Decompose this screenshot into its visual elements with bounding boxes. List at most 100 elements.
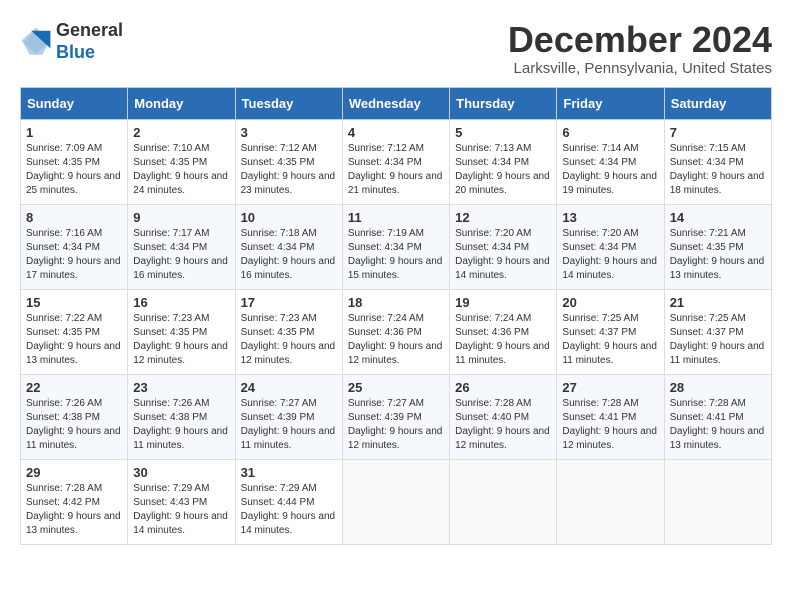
day-info: Sunrise: 7:10 AMSunset: 4:35 PMDaylight:… <box>133 142 229 198</box>
calendar-cell: 1 Sunrise: 7:09 AMSunset: 4:35 PMDaylight… <box>21 119 128 204</box>
calendar-cell: 13Sunrise: 7:20 AMSunset: 4:34 PMDayligh… <box>557 204 664 289</box>
day-info: Sunrise: 7:12 AMSunset: 4:35 PMDaylight:… <box>241 142 337 198</box>
day-number: 20 <box>562 295 658 310</box>
day-number: 24 <box>241 380 337 395</box>
header: General Blue December 2024 Larksville, P… <box>20 20 772 77</box>
calendar-cell: 5Sunrise: 7:13 AMSunset: 4:34 PMDaylight… <box>450 119 557 204</box>
calendar-cell: 30 Sunrise: 7:29 AMSunset: 4:43 PMDayligh… <box>128 459 235 544</box>
day-number: 25 <box>348 380 444 395</box>
day-number: 6 <box>562 125 658 140</box>
day-number: 23 <box>133 380 229 395</box>
day-info: Sunrise: 7:25 AMSunset: 4:37 PMDaylight:… <box>562 312 658 368</box>
header-day-tuesday: Tuesday <box>235 87 342 119</box>
day-info: Sunrise: 7:23 AMSunset: 4:35 PMDaylight:… <box>133 312 229 368</box>
calendar-cell <box>342 459 449 544</box>
day-number: 18 <box>348 295 444 310</box>
location: Larksville, Pennsylvania, United States <box>508 60 772 77</box>
logo-icon <box>20 26 52 58</box>
calendar-cell: 20 Sunrise: 7:25 AMSunset: 4:37 PMDayligh… <box>557 289 664 374</box>
calendar-cell: 3 Sunrise: 7:12 AMSunset: 4:35 PMDaylight… <box>235 119 342 204</box>
day-info: Sunrise: 7:20 AMSunset: 4:34 PMDaylight:… <box>455 227 551 283</box>
day-info: Sunrise: 7:28 AMSunset: 4:42 PMDaylight:… <box>26 482 122 538</box>
day-info: Sunrise: 7:24 AMSunset: 4:36 PMDaylight:… <box>455 312 551 368</box>
calendar-week-row: 22 Sunrise: 7:26 AMSunset: 4:38 PMDayligh… <box>21 374 772 459</box>
header-day-sunday: Sunday <box>21 87 128 119</box>
day-number: 2 <box>133 125 229 140</box>
day-info: Sunrise: 7:23 AMSunset: 4:35 PMDaylight:… <box>241 312 337 368</box>
calendar-cell: 27 Sunrise: 7:28 AMSunset: 4:41 PMDayligh… <box>557 374 664 459</box>
day-number: 14 <box>670 210 766 225</box>
day-number: 9 <box>133 210 229 225</box>
day-info: Sunrise: 7:28 AMSunset: 4:40 PMDaylight:… <box>455 397 551 453</box>
header-day-monday: Monday <box>128 87 235 119</box>
day-number: 31 <box>241 465 337 480</box>
calendar-cell: 21Sunrise: 7:25 AMSunset: 4:37 PMDayligh… <box>664 289 771 374</box>
day-info: Sunrise: 7:21 AMSunset: 4:35 PMDaylight:… <box>670 227 766 283</box>
header-day-saturday: Saturday <box>664 87 771 119</box>
month-title: December 2024 <box>508 20 772 60</box>
header-day-thursday: Thursday <box>450 87 557 119</box>
calendar-cell: 26 Sunrise: 7:28 AMSunset: 4:40 PMDayligh… <box>450 374 557 459</box>
logo: General Blue <box>20 20 123 63</box>
day-number: 4 <box>348 125 444 140</box>
day-number: 30 <box>133 465 229 480</box>
header-day-wednesday: Wednesday <box>342 87 449 119</box>
day-number: 3 <box>241 125 337 140</box>
calendar-cell <box>450 459 557 544</box>
day-info: Sunrise: 7:24 AMSunset: 4:36 PMDaylight:… <box>348 312 444 368</box>
day-number: 26 <box>455 380 551 395</box>
day-info: Sunrise: 7:09 AMSunset: 4:35 PMDaylight:… <box>26 142 122 198</box>
logo-text: General Blue <box>56 20 123 63</box>
day-info: Sunrise: 7:26 AMSunset: 4:38 PMDaylight:… <box>26 397 122 453</box>
calendar-cell: 4Sunrise: 7:12 AMSunset: 4:34 PMDaylight… <box>342 119 449 204</box>
day-number: 28 <box>670 380 766 395</box>
calendar-cell: 6 Sunrise: 7:14 AMSunset: 4:34 PMDaylight… <box>557 119 664 204</box>
calendar-cell: 17Sunrise: 7:23 AMSunset: 4:35 PMDayligh… <box>235 289 342 374</box>
calendar-cell: 18 Sunrise: 7:24 AMSunset: 4:36 PMDayligh… <box>342 289 449 374</box>
day-number: 13 <box>562 210 658 225</box>
day-number: 19 <box>455 295 551 310</box>
calendar-cell: 31Sunrise: 7:29 AMSunset: 4:44 PMDayligh… <box>235 459 342 544</box>
calendar-cell: 10 Sunrise: 7:18 AMSunset: 4:34 PMDayligh… <box>235 204 342 289</box>
day-number: 29 <box>26 465 122 480</box>
calendar-table: SundayMondayTuesdayWednesdayThursdayFrid… <box>20 87 772 545</box>
day-info: Sunrise: 7:28 AMSunset: 4:41 PMDaylight:… <box>562 397 658 453</box>
calendar-week-row: 8Sunrise: 7:16 AMSunset: 4:34 PMDaylight… <box>21 204 772 289</box>
day-info: Sunrise: 7:14 AMSunset: 4:34 PMDaylight:… <box>562 142 658 198</box>
calendar-cell: 12 Sunrise: 7:20 AMSunset: 4:34 PMDayligh… <box>450 204 557 289</box>
day-number: 11 <box>348 210 444 225</box>
calendar-cell: 8Sunrise: 7:16 AMSunset: 4:34 PMDaylight… <box>21 204 128 289</box>
calendar-week-row: 1 Sunrise: 7:09 AMSunset: 4:35 PMDaylight… <box>21 119 772 204</box>
calendar-cell: 22 Sunrise: 7:26 AMSunset: 4:38 PMDayligh… <box>21 374 128 459</box>
calendar-cell: 7 Sunrise: 7:15 AMSunset: 4:34 PMDaylight… <box>664 119 771 204</box>
day-number: 10 <box>241 210 337 225</box>
calendar-cell: 29 Sunrise: 7:28 AMSunset: 4:42 PMDayligh… <box>21 459 128 544</box>
day-info: Sunrise: 7:18 AMSunset: 4:34 PMDaylight:… <box>241 227 337 283</box>
day-info: Sunrise: 7:27 AMSunset: 4:39 PMDaylight:… <box>348 397 444 453</box>
header-day-friday: Friday <box>557 87 664 119</box>
calendar-week-row: 15Sunrise: 7:22 AMSunset: 4:35 PMDayligh… <box>21 289 772 374</box>
day-info: Sunrise: 7:17 AMSunset: 4:34 PMDaylight:… <box>133 227 229 283</box>
calendar-cell: 2 Sunrise: 7:10 AMSunset: 4:35 PMDaylight… <box>128 119 235 204</box>
calendar-cell: 25 Sunrise: 7:27 AMSunset: 4:39 PMDayligh… <box>342 374 449 459</box>
day-info: Sunrise: 7:29 AMSunset: 4:43 PMDaylight:… <box>133 482 229 538</box>
day-number: 27 <box>562 380 658 395</box>
calendar-cell: 15Sunrise: 7:22 AMSunset: 4:35 PMDayligh… <box>21 289 128 374</box>
calendar-cell <box>557 459 664 544</box>
day-info: Sunrise: 7:15 AMSunset: 4:34 PMDaylight:… <box>670 142 766 198</box>
title-area: December 2024 Larksville, Pennsylvania, … <box>508 20 772 77</box>
day-number: 12 <box>455 210 551 225</box>
calendar-cell: 14 Sunrise: 7:21 AMSunset: 4:35 PMDayligh… <box>664 204 771 289</box>
day-info: Sunrise: 7:28 AMSunset: 4:41 PMDaylight:… <box>670 397 766 453</box>
calendar-cell: 16Sunrise: 7:23 AMSunset: 4:35 PMDayligh… <box>128 289 235 374</box>
day-number: 7 <box>670 125 766 140</box>
day-info: Sunrise: 7:19 AMSunset: 4:34 PMDaylight:… <box>348 227 444 283</box>
day-info: Sunrise: 7:13 AMSunset: 4:34 PMDaylight:… <box>455 142 551 198</box>
day-number: 1 <box>26 125 122 140</box>
day-info: Sunrise: 7:26 AMSunset: 4:38 PMDaylight:… <box>133 397 229 453</box>
day-number: 22 <box>26 380 122 395</box>
calendar-cell: 9 Sunrise: 7:17 AMSunset: 4:34 PMDaylight… <box>128 204 235 289</box>
calendar-cell: 23 Sunrise: 7:26 AMSunset: 4:38 PMDayligh… <box>128 374 235 459</box>
calendar-header-row: SundayMondayTuesdayWednesdayThursdayFrid… <box>21 87 772 119</box>
calendar-week-row: 29 Sunrise: 7:28 AMSunset: 4:42 PMDayligh… <box>21 459 772 544</box>
